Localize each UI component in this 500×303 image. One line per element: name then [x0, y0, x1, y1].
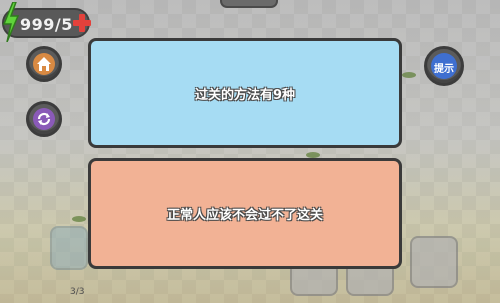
- refresh-button[interactable]: [26, 101, 62, 137]
- refresh-icon: [33, 108, 55, 130]
- answer-option-1-label: 过关的方法有9种: [194, 87, 296, 103]
- energy-value: 999/5: [20, 15, 73, 34]
- energy-counter: 999/5: [2, 1, 92, 43]
- answer-option-1[interactable]: 过关的方法有9种: [88, 38, 402, 148]
- home-icon: [33, 53, 55, 75]
- lightning-icon: [2, 1, 20, 46]
- answer-option-2-label: 正常人应该不会过不了这关: [166, 208, 323, 223]
- hint-label: 提示: [434, 64, 454, 75]
- hint-button-face: 提示: [431, 53, 457, 79]
- top-level-tab: [220, 0, 278, 8]
- hint-button[interactable]: 提示: [424, 46, 464, 86]
- home-button[interactable]: [26, 46, 62, 82]
- answer-option-2[interactable]: 正常人应该不会过不了这关: [88, 158, 402, 269]
- add-energy-icon[interactable]: [72, 13, 92, 33]
